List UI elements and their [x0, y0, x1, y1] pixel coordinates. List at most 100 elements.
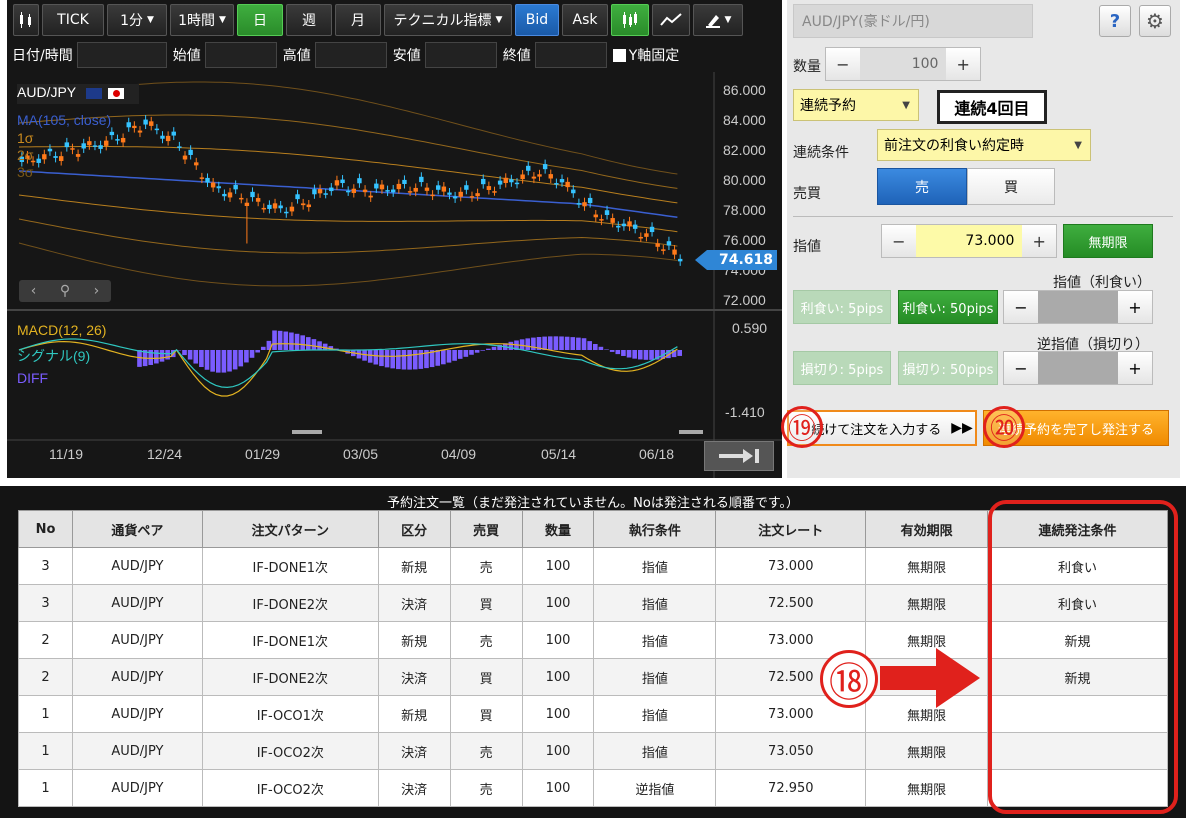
price-plus-button[interactable]: +	[1022, 225, 1056, 257]
datetime-label: 日付/時間	[12, 48, 73, 64]
table-cell: 買	[449, 695, 523, 733]
take-profit-50pips-button[interactable]: 利食い: 50pips	[898, 290, 998, 324]
scroll-thumb-end[interactable]	[679, 430, 703, 434]
candle-body	[554, 183, 559, 185]
candle-body	[447, 192, 452, 195]
candle-body	[571, 189, 576, 194]
candle-body	[70, 148, 75, 150]
stop-loss-5pips-button[interactable]: 損切り: 5pips	[793, 351, 891, 385]
table-cell: 2	[18, 621, 73, 659]
quantity-input[interactable]: 100	[859, 48, 947, 80]
diff-bar	[649, 350, 654, 360]
candle-body	[227, 192, 233, 198]
sl-input[interactable]	[1038, 352, 1118, 384]
arrow-to-end-icon	[719, 449, 759, 463]
indicators-select[interactable]: テクニカル指標 ▼	[384, 4, 512, 36]
price-chart[interactable]	[7, 72, 782, 478]
price-tick-label: 82.000	[723, 142, 766, 158]
column-header[interactable]: 通貨ペア	[71, 510, 203, 548]
sl-minus-button[interactable]: −	[1004, 352, 1038, 384]
table-cell: 指値	[593, 732, 717, 770]
diff-bar	[480, 350, 486, 351]
bid-button[interactable]: Bid	[515, 4, 559, 36]
scroll-thumb[interactable]	[292, 430, 322, 434]
column-header[interactable]: 有効期限	[865, 510, 989, 548]
candle-body	[402, 179, 407, 184]
column-header[interactable]: 執行条件	[593, 510, 717, 548]
stop-loss-50pips-button[interactable]: 損切り: 50pips	[898, 351, 998, 385]
table-cell: 73.050	[715, 732, 867, 770]
zoom-icon[interactable]: ⚲	[60, 283, 70, 299]
candle-body	[464, 185, 469, 190]
interval-select-1[interactable]: 1分 ▼	[107, 4, 167, 36]
candle-body	[58, 156, 64, 161]
month-button[interactable]: 月	[335, 4, 381, 36]
buy-button[interactable]: 買	[967, 168, 1055, 205]
tp-plus-button[interactable]: +	[1118, 291, 1152, 323]
table-cell: 指値	[593, 547, 717, 585]
expiry-button[interactable]: 無期限	[1063, 224, 1153, 258]
day-button[interactable]: 日	[237, 4, 283, 36]
date-tick-label: 06/18	[639, 446, 675, 462]
column-header[interactable]: No	[18, 510, 73, 548]
candle-body	[261, 207, 266, 210]
marker-20: ⑳	[983, 406, 1025, 448]
tp-minus-button[interactable]: −	[1004, 291, 1038, 323]
y-axis-fixed-checkbox[interactable]	[612, 48, 626, 62]
candle-body	[289, 206, 295, 212]
tick-button[interactable]: TICK	[42, 4, 104, 36]
table-cell: 100	[521, 769, 595, 807]
line-chart-icon[interactable]	[652, 4, 690, 36]
sl-plus-button[interactable]: +	[1118, 352, 1152, 384]
gear-icon[interactable]: ⚙	[1139, 5, 1171, 37]
week-button[interactable]: 週	[286, 4, 332, 36]
candle-body	[120, 137, 126, 143]
quantity-minus-button[interactable]: −	[826, 48, 860, 80]
quantity-plus-button[interactable]: +	[946, 48, 981, 80]
sell-button[interactable]: 売	[877, 168, 967, 205]
macd-legend: MACD(12, 26)	[17, 322, 107, 338]
diff-bar	[232, 350, 238, 370]
candlestick-icon[interactable]	[611, 4, 649, 36]
interval-select-2[interactable]: 1時間 ▼	[170, 4, 234, 36]
candle-type-icon[interactable]	[13, 4, 39, 36]
candle-body	[475, 193, 480, 197]
candle-body	[154, 128, 160, 131]
date-tick-label: 12/24	[147, 446, 183, 462]
candle-body	[188, 149, 193, 155]
candle-body	[233, 184, 238, 190]
table-cell: AUD/JPY	[71, 584, 203, 622]
price-minus-button[interactable]: −	[882, 225, 916, 257]
diff-bar	[446, 350, 452, 363]
diff-bar	[379, 350, 384, 367]
jump-latest-button[interactable]	[704, 441, 774, 471]
date-tick-label: 11/19	[49, 446, 83, 462]
column-header[interactable]: 数量	[521, 510, 595, 548]
table-cell: 100	[521, 658, 595, 696]
column-header[interactable]: 区分	[377, 510, 451, 548]
column-header[interactable]: 注文レート	[715, 510, 867, 548]
order-type-select[interactable]: 連続予約 ▼	[793, 89, 919, 121]
price-input[interactable]: 73.000	[915, 225, 1023, 257]
diff-bar	[165, 350, 170, 360]
candle-body	[486, 186, 492, 190]
condition-label: 連続条件	[793, 145, 849, 161]
help-button[interactable]: ?	[1099, 5, 1131, 37]
column-header[interactable]: 売買	[449, 510, 523, 548]
condition-select[interactable]: 前注文の利食い約定時 ▼	[877, 129, 1091, 161]
take-profit-5pips-button[interactable]: 利食い: 5pips	[793, 290, 891, 324]
tp-input[interactable]	[1038, 291, 1118, 323]
chevron-right-icon[interactable]: ›	[94, 283, 100, 299]
high-label: 高値	[282, 48, 311, 64]
stop-loss-stepper: − +	[1003, 351, 1153, 385]
table-cell: 100	[521, 695, 595, 733]
chevron-down-icon: ▼	[147, 15, 154, 25]
drawing-tool-icon[interactable]: ▼	[693, 4, 743, 36]
ask-button[interactable]: Ask	[562, 4, 608, 36]
candle-body	[644, 233, 649, 237]
candle-body	[317, 189, 323, 194]
column-header[interactable]: 注文パターン	[201, 510, 379, 548]
candle-body	[548, 174, 553, 179]
candle-body	[576, 203, 582, 205]
chevron-left-icon[interactable]: ‹	[31, 283, 37, 299]
